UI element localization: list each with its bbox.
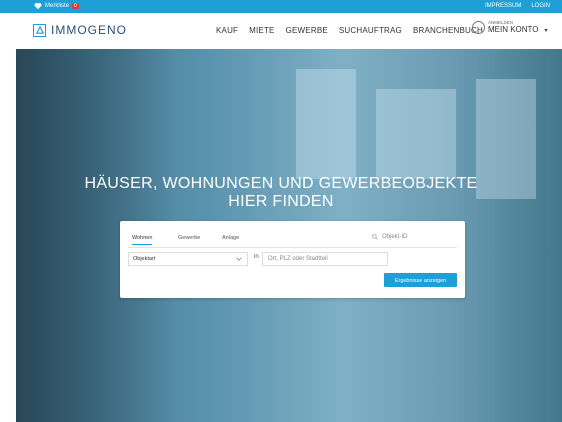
logo-icon — [33, 23, 46, 37]
nav-item-gewerbe[interactable]: GEWERBE — [286, 26, 328, 35]
property-type-select[interactable]: Objektart — [128, 252, 248, 266]
search-panel: Wohnen Gewerbe Anlage Objekt-ID Objektar… — [120, 221, 465, 298]
show-results-button[interactable]: Ergebnisse anzeigen — [384, 273, 457, 287]
heart-icon — [34, 3, 42, 10]
main-header: IMMOGENO KAUF MIETE GEWERBE SUCHAUFTRAG … — [0, 13, 562, 49]
merkliste-count-badge: 0 — [72, 3, 79, 9]
account-label: MEIN KONTO — [488, 24, 539, 34]
login-link[interactable]: LOGIN — [531, 3, 550, 9]
objekt-id-placeholder: Objekt-ID — [382, 234, 408, 240]
logo-text: IMMOGENO — [51, 23, 127, 37]
merkliste-link[interactable]: Merkliste 0 — [34, 2, 79, 10]
tab-anlage[interactable]: Anlage — [222, 235, 239, 241]
nav-item-kauf[interactable]: KAUF — [216, 26, 238, 35]
search-tabs: Wohnen Gewerbe Anlage Objekt-ID — [128, 234, 457, 248]
tab-wohnen[interactable]: Wohnen — [132, 235, 153, 245]
main-nav: KAUF MIETE GEWERBE SUCHAUFTRAG BRANCHENB… — [216, 26, 483, 35]
nav-item-suchauftrag[interactable]: SUCHAUFTRAG — [339, 26, 402, 35]
background-window — [376, 89, 456, 179]
search-icon — [372, 234, 378, 240]
background-window — [296, 69, 356, 179]
chevron-down-icon: ▾ — [544, 28, 548, 34]
nav-item-miete[interactable]: MIETE — [249, 26, 274, 35]
objekt-id-search[interactable]: Objekt-ID — [372, 234, 407, 240]
property-type-value: Objektart — [133, 256, 156, 262]
hero-headline-line2: HIER FINDEN — [228, 193, 334, 210]
account-menu[interactable]: ANMELDEN MEIN KONTO ▾ — [472, 21, 548, 34]
logo[interactable]: IMMOGENO — [33, 23, 127, 37]
chevron-down-icon — [236, 257, 242, 261]
impressum-link[interactable]: IMPRESSUM — [485, 3, 521, 9]
merkliste-label: Merkliste — [45, 3, 70, 9]
user-circle-icon — [472, 21, 485, 34]
hero-headline: HÄUSER, WOHNUNGEN UND GEWERBEOBJEKTE HIE… — [0, 175, 562, 211]
in-label: in — [254, 254, 259, 260]
tab-gewerbe[interactable]: Gewerbe — [178, 235, 200, 241]
top-utility-bar: Merkliste 0 IMPRESSUM LOGIN — [0, 0, 562, 13]
location-placeholder: Ort, PLZ oder Stadtteil — [268, 256, 328, 262]
location-input[interactable]: Ort, PLZ oder Stadtteil — [262, 252, 388, 266]
hero-headline-line1: HÄUSER, WOHNUNGEN UND GEWERBEOBJEKTE — [84, 175, 478, 192]
